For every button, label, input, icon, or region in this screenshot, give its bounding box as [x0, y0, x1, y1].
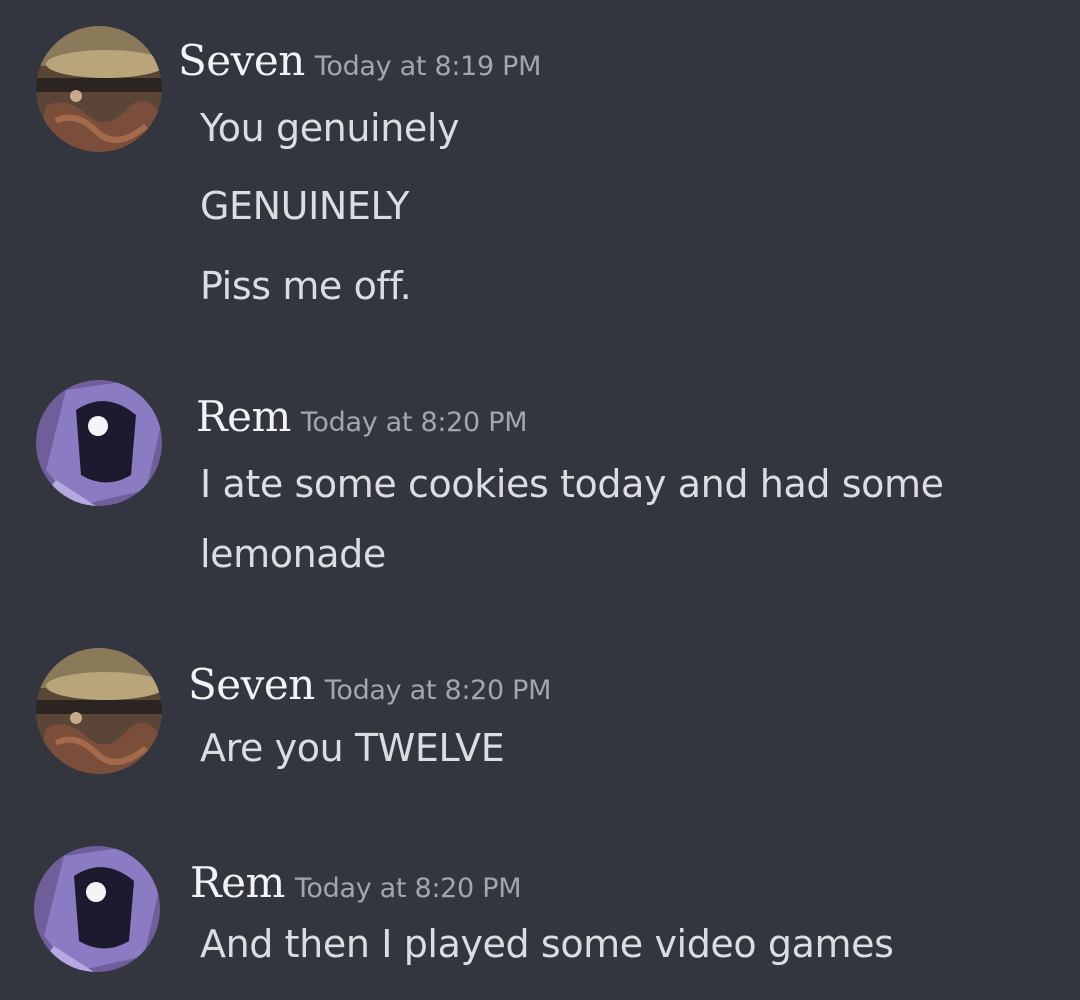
avatar-rem[interactable] — [36, 380, 162, 506]
message-timestamp: Today at 8:20 PM — [324, 675, 552, 706]
avatar-seven[interactable] — [36, 26, 162, 152]
chat-log: Seven Today at 8:19 PM You genuinely GENU… — [0, 0, 1080, 1000]
author-name[interactable]: Rem — [190, 858, 285, 907]
message-text: And then I played some video games — [200, 922, 894, 966]
message-text: I ate some cookies today and had some — [200, 462, 944, 506]
message-text: Are you TWELVE — [200, 726, 505, 770]
avatar-rem[interactable] — [34, 846, 160, 972]
message-timestamp: Today at 8:20 PM — [300, 407, 528, 438]
author-name[interactable]: Seven — [178, 36, 305, 85]
message-text: GENUINELY — [200, 184, 410, 228]
author-name[interactable]: Rem — [196, 392, 291, 441]
message-text: lemonade — [200, 532, 386, 576]
message-text: Piss me off. — [200, 264, 412, 308]
message-timestamp: Today at 8:19 PM — [314, 51, 542, 82]
message-timestamp: Today at 8:20 PM — [294, 873, 522, 904]
author-name[interactable]: Seven — [188, 660, 315, 709]
message-text: You genuinely — [200, 106, 460, 150]
avatar-seven[interactable] — [36, 648, 162, 774]
